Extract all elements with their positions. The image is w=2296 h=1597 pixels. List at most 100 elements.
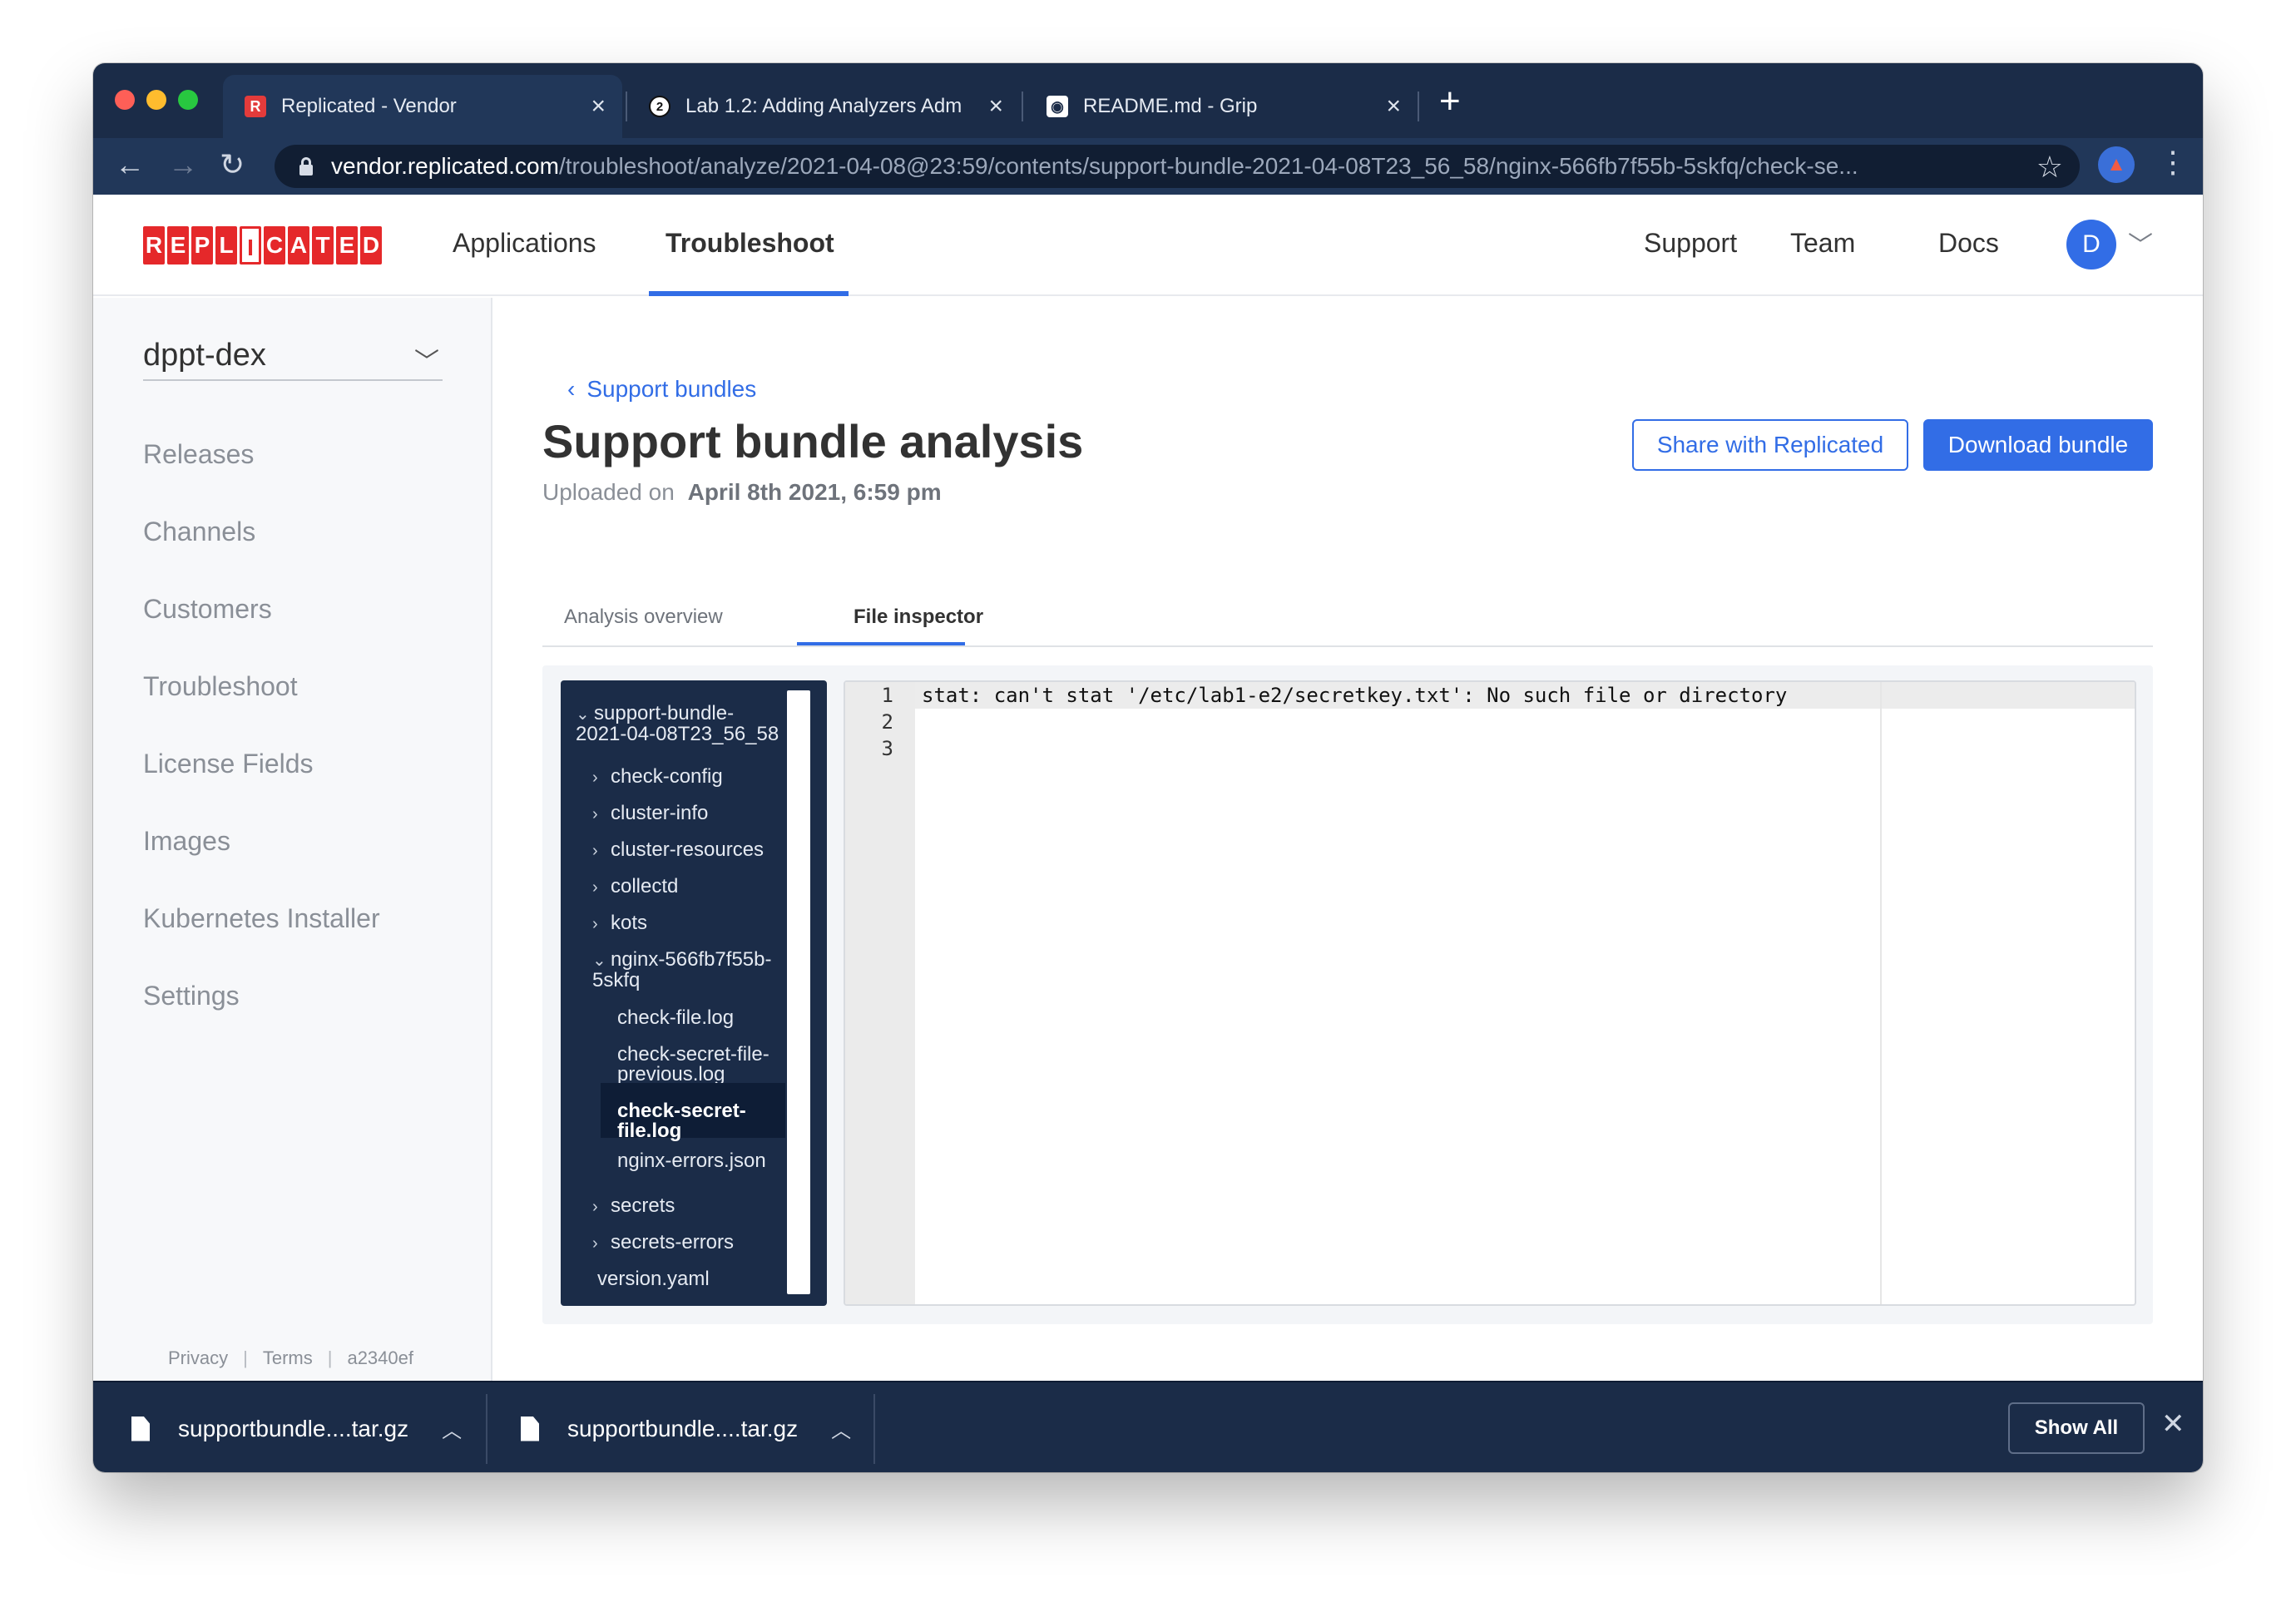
download-shelf: supportbundle....tar.gz ︿ supportbundle.… <box>93 1381 2203 1472</box>
new-tab-icon[interactable]: + <box>1439 83 1461 120</box>
browser-tab-lab[interactable]: 2 Lab 1.2: Adding Analyzers Adm × <box>627 75 1020 138</box>
reload-icon[interactable]: ↻ <box>220 150 245 180</box>
tree-label: secrets <box>611 1194 675 1217</box>
chevron-right-icon: › <box>592 915 598 933</box>
app-name: dppt-dex <box>143 338 266 373</box>
tree-label: check-config <box>611 765 723 788</box>
sidebar-item-kubernetes-installer[interactable]: Kubernetes Installer <box>143 903 380 934</box>
tab-file-inspector[interactable]: File inspector <box>854 606 983 629</box>
privacy-link[interactable]: Privacy <box>168 1347 228 1369</box>
tree-file-nginx-errors-json[interactable]: nginx-errors.json <box>617 1151 766 1171</box>
uploaded-label: Uploaded on <box>542 479 675 505</box>
forward-arrow-icon[interactable]: → <box>168 150 198 180</box>
file-icon <box>131 1416 150 1441</box>
line-number: 3 <box>881 737 893 760</box>
url-field[interactable]: vendor.replicated.com /troubleshoot/anal… <box>275 145 2080 188</box>
chevron-down-icon: ⌄ <box>592 952 606 970</box>
share-with-replicated-button[interactable]: Share with Replicated <box>1632 419 1908 471</box>
tab-separator <box>1022 91 1023 121</box>
tree-folder-kots[interactable]: › kots <box>592 913 647 934</box>
download-bundle-button[interactable]: Download bundle <box>1923 419 2153 471</box>
sidebar-item-images[interactable]: Images <box>143 826 230 857</box>
nav-applications[interactable]: Applications <box>453 228 596 259</box>
tab-analysis-overview[interactable]: Analysis overview <box>564 606 723 629</box>
nav-troubleshoot[interactable]: Troubleshoot <box>666 228 834 259</box>
app-selector[interactable]: dppt-dex ﹀ <box>143 338 443 381</box>
tree-folder-nginx[interactable]: ⌄ nginx-566fb7f55b- 5skfq <box>592 950 771 991</box>
close-icon[interactable]: ✕ <box>2161 1407 2185 1441</box>
tree-label: kots <box>611 912 648 934</box>
download-item[interactable]: supportbundle....tar.gz ︿ <box>521 1414 851 1443</box>
tree-folder-root[interactable]: ⌄ support-bundle- 2021-04-08T23_56_58 <box>576 704 779 744</box>
lock-icon <box>299 157 313 176</box>
tree-label: support-bundle- 2021-04-08T23_56_58 <box>576 702 779 745</box>
bookmark-star-icon[interactable]: ☆ <box>2036 150 2063 185</box>
tree-folder-collectd[interactable]: › collectd <box>592 877 678 897</box>
tree-folder-check-config[interactable]: › check-config <box>592 767 723 788</box>
tab-separator <box>1418 91 1419 121</box>
print-margin <box>1880 682 1882 1304</box>
tree-file-check-secret-file-previous-log[interactable]: check-secret-file- previous.log <box>617 1045 769 1085</box>
tree-folder-cluster-info[interactable]: › cluster-info <box>592 803 708 824</box>
close-tab-icon[interactable]: × <box>591 94 606 119</box>
footer-divider: | <box>327 1347 333 1368</box>
browser-tab-grip[interactable]: ◉ README.md - Grip × <box>1025 75 1418 138</box>
tree-label: secrets-errors <box>611 1231 735 1253</box>
sidebar-item-settings[interactable]: Settings <box>143 981 240 1011</box>
chevron-up-icon[interactable]: ︿ <box>831 1414 851 1443</box>
active-nav-indicator <box>649 291 849 296</box>
browser-menu-icon[interactable]: ⋮ <box>2158 145 2188 180</box>
tab-title: README.md - Grip <box>1083 95 1258 117</box>
terms-link[interactable]: Terms <box>263 1347 313 1369</box>
back-arrow-icon[interactable]: ← <box>115 150 145 180</box>
file-inspector-panel: ⌄ support-bundle- 2021-04-08T23_56_58 › ch… <box>542 665 2153 1324</box>
close-tab-icon[interactable]: × <box>1386 94 1401 119</box>
nav-docs[interactable]: Docs <box>1938 228 1999 259</box>
main-content: ‹ Support bundles Support bundle analysi… <box>494 298 2203 1381</box>
line-number: 1 <box>881 684 893 707</box>
tree-file-check-secret-file-log[interactable]: check-secret- file.log <box>601 1083 785 1141</box>
address-bar: ← → ↻ vendor.replicated.com /troubleshoo… <box>93 138 2203 195</box>
sidebar-item-releases[interactable]: Releases <box>143 439 254 470</box>
profile-icon[interactable]: ▲ <box>2098 146 2135 183</box>
browser-tab-replicated[interactable]: R Replicated - Vendor × <box>223 75 622 138</box>
close-tab-icon[interactable]: × <box>988 94 1003 119</box>
sidebar-item-channels[interactable]: Channels <box>143 517 255 547</box>
tree-scrollbar[interactable] <box>787 690 810 1294</box>
tree-file-version-yaml[interactable]: version.yaml <box>597 1269 710 1289</box>
zoom-window-button[interactable] <box>178 90 198 110</box>
tree-folder-cluster-resources[interactable]: › cluster-resources <box>592 840 764 861</box>
chevron-up-icon[interactable]: ︿ <box>442 1414 462 1443</box>
sidebar-item-troubleshoot[interactable]: Troubleshoot <box>143 671 298 702</box>
sidebar-item-customers[interactable]: Customers <box>143 594 272 625</box>
close-window-button[interactable] <box>115 90 135 110</box>
download-item[interactable]: supportbundle....tar.gz ︿ <box>131 1414 462 1443</box>
file-editor[interactable]: 1 2 3 stat: can't stat '/etc/lab1-e2/sec… <box>844 680 2136 1306</box>
download-filename: supportbundle....tar.gz <box>178 1415 409 1441</box>
back-link-label: Support bundles <box>586 376 757 402</box>
footer-divider: | <box>243 1347 248 1368</box>
tree-file-check-file-log[interactable]: check-file.log <box>617 1008 734 1028</box>
nav-team[interactable]: Team <box>1790 228 1855 259</box>
tree-folder-secrets[interactable]: › secrets <box>592 1196 675 1217</box>
show-all-button[interactable]: Show All <box>2008 1402 2145 1454</box>
avatar[interactable]: D <box>2066 220 2116 269</box>
browser-window: R Replicated - Vendor × 2 Lab 1.2: Addin… <box>93 63 2203 1472</box>
lab-favicon-icon: 2 <box>649 96 670 117</box>
back-to-support-bundles-link[interactable]: ‹ Support bundles <box>567 376 756 403</box>
tree-label: cluster-info <box>611 802 709 824</box>
replicated-logo[interactable]: REPLICATED <box>143 226 382 265</box>
chevron-down-icon[interactable]: ﹀ <box>2128 225 2153 261</box>
analysis-tabs: Analysis overview File inspector <box>542 606 2153 647</box>
download-filename: supportbundle....tar.gz <box>567 1415 799 1441</box>
url-host: vendor.replicated.com <box>331 153 559 179</box>
tree-folder-secrets-errors[interactable]: › secrets-errors <box>592 1233 734 1253</box>
version-label: a2340ef <box>347 1347 413 1368</box>
sidebar-item-license-fields[interactable]: License Fields <box>143 749 314 779</box>
sidebar-footer: Privacy | Terms | a2340ef <box>168 1347 413 1369</box>
nav-support[interactable]: Support <box>1644 228 1737 259</box>
chevron-right-icon: › <box>592 842 598 860</box>
uploaded-date: April 8th 2021, 6:59 pm <box>687 479 942 505</box>
tree-label: cluster-resources <box>611 838 765 861</box>
minimize-window-button[interactable] <box>146 90 166 110</box>
